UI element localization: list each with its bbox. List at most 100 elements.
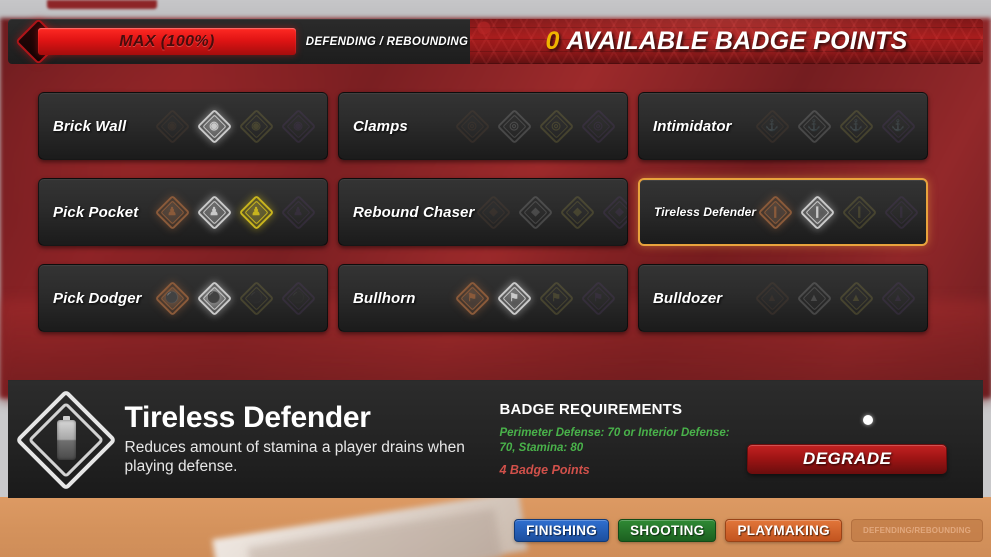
badge-card[interactable]: Brick Wall ◉ ◉ ◉ ◉ [38, 92, 328, 160]
tier-purple-icon: ♟ [279, 193, 317, 231]
badge-card-name: Brick Wall [53, 117, 127, 135]
tier-bronze-icon: ▲ [753, 279, 791, 317]
tier-silver-icon: ◉ [195, 107, 233, 145]
tier-silver-icon: ❙ [798, 193, 836, 231]
badge-card[interactable]: Bulldozer ▲ ▲ ▲ ▲ [638, 264, 928, 332]
tab-finishing[interactable]: FINISHING [514, 519, 610, 542]
tab-defending-rebounding[interactable]: DEFENDING/REBOUNDING [850, 519, 983, 542]
tier-glyph: ▲ [850, 291, 862, 304]
category-tabs: FINISHING SHOOTING PLAYMAKING DEFENDING/REB… [514, 519, 983, 542]
tier-glyph: ◉ [209, 119, 219, 132]
tier-glyph: ⚓ [807, 119, 821, 132]
tier-silver-icon: ▲ [795, 279, 833, 317]
tab-label: FINISHING [526, 523, 598, 538]
degrade-button[interactable]: DEGRADE [747, 443, 948, 474]
tier-gold-icon: ❙ [840, 193, 878, 231]
tier-glyph: ⚓ [891, 119, 905, 132]
tier-purple-icon: ▲ [879, 279, 917, 317]
badge-tier-row: ⚫ ⚫ ⚫ ⚫ [153, 279, 317, 317]
tier-glyph: ◉ [251, 119, 261, 132]
tier-gold-icon: ◎ [537, 107, 575, 145]
tier-bronze-icon: ⚫ [153, 279, 191, 317]
badge-card[interactable]: Pick Pocket ♟ ♟ ♟ ♟ [38, 178, 328, 246]
requirements-stats: Perimeter Defense: 70 or Interior Defens… [499, 427, 730, 455]
available-points-banner: 0 AVAILABLE BADGE POINTS [470, 19, 983, 64]
tier-glyph: ◎ [467, 119, 477, 132]
tier-glyph: ❙ [854, 205, 864, 218]
requirements-heading: BADGE REQUIREMENTS [499, 400, 683, 418]
badge-tier-row: ◆ ◆ ◆ ◆ [474, 193, 627, 231]
tier-silver-icon: ⚓ [795, 107, 833, 145]
tier-glyph: ♟ [251, 205, 261, 218]
tier-glyph: ⚑ [551, 291, 561, 304]
tier-bronze-icon: ◉ [153, 107, 191, 145]
badge-detail-description: Reduces amount of stamina a player drain… [124, 439, 465, 476]
tier-glyph: ⚫ [165, 291, 179, 304]
badge-card[interactable]: Rebound Chaser ◆ ◆ ◆ ◆ [338, 178, 628, 246]
tier-glyph: ⚫ [291, 291, 305, 304]
badge-card-name: Intimidator [653, 117, 732, 135]
badge-action-column: DEGRADE [742, 381, 983, 499]
tier-gold-icon: ⚫ [237, 279, 275, 317]
tab-label: PLAYMAKING [737, 523, 830, 538]
badge-card[interactable]: Clamps ◎ ◎ ◎ ◎ [338, 92, 628, 160]
tier-glyph: ❙ [812, 205, 822, 218]
tier-glyph: ◎ [509, 119, 519, 132]
tab-shooting[interactable]: SHOOTING [618, 519, 717, 542]
tier-glyph: ▲ [766, 291, 778, 304]
badge-detail-text: Tireless Defender Reduces amount of stam… [125, 402, 494, 477]
tier-gold-icon: ♟ [237, 193, 275, 231]
tier-glyph: ⚑ [509, 291, 519, 304]
tier-bronze-icon: ⚑ [453, 279, 491, 317]
tab-label: DEFENDING/REBOUNDING [862, 526, 971, 535]
badge-card-name: Rebound Chaser [353, 203, 475, 221]
requirements-cost: 4 Badge Points [499, 463, 590, 478]
badge-card-name: Bullhorn [353, 289, 416, 307]
tier-silver-icon: ⚫ [195, 279, 233, 317]
tier-bronze-icon: ⚓ [753, 107, 791, 145]
tier-gold-icon: ⚑ [537, 279, 575, 317]
tier-gold-icon: ◆ [558, 193, 596, 231]
current-category-label: DEFENDING / REBOUNDING [305, 35, 469, 48]
tier-silver-icon: ♟ [195, 193, 233, 231]
tier-glyph: ⚑ [593, 291, 603, 304]
tier-glyph: ♟ [209, 205, 219, 218]
tab-playmaking[interactable]: PLAYMAKING [725, 519, 842, 542]
tier-glyph: ❙ [770, 205, 780, 218]
tab-label: SHOOTING [630, 523, 705, 538]
degrade-button-label: DEGRADE [802, 448, 892, 468]
tier-glyph: ♟ [167, 205, 177, 218]
tier-purple-icon: ◎ [579, 107, 617, 145]
badge-detail-panel: Tireless Defender Reduces amount of stam… [8, 380, 983, 498]
tier-bronze-icon: ◆ [474, 193, 512, 231]
tier-purple-icon: ⚫ [279, 279, 317, 317]
badge-tier-row: ♟ ♟ ♟ ♟ [153, 193, 317, 231]
badge-card[interactable]: Pick Dodger ⚫ ⚫ ⚫ ⚫ [38, 264, 328, 332]
badge-tier-row: ◎ ◎ ◎ ◎ [453, 107, 617, 145]
tier-glyph: ◉ [293, 119, 303, 132]
badge-tier-row: ◉ ◉ ◉ ◉ [153, 107, 317, 145]
tier-glyph: ❙ [896, 205, 906, 218]
tier-glyph: ▲ [892, 291, 904, 304]
badge-card-name: Bulldozer [653, 289, 723, 307]
badge-tier-row: ❙ ❙ ❙ ❙ [756, 193, 920, 231]
tier-bronze-icon: ♟ [153, 193, 191, 231]
tier-purple-icon: ◆ [600, 193, 627, 231]
tier-glyph: ◉ [167, 119, 177, 132]
badge-tier-row: ▲ ▲ ▲ ▲ [753, 279, 917, 317]
tier-glyph: ⚓ [765, 119, 779, 132]
tier-glyph: ◆ [489, 205, 498, 218]
tier-silver-icon: ◆ [516, 193, 554, 231]
tier-silver-icon: ⚑ [495, 279, 533, 317]
tier-glyph: ♟ [293, 205, 303, 218]
available-points-count: 0 [545, 27, 560, 55]
tier-silver-icon: ◎ [495, 107, 533, 145]
badge-card-name: Clamps [353, 117, 408, 135]
badge-card[interactable]: Bullhorn ⚑ ⚑ ⚑ ⚑ [338, 264, 628, 332]
tier-purple-icon: ◉ [279, 107, 317, 145]
progress-bar-label: MAX (100%) [119, 32, 215, 50]
tier-glyph: ⚓ [849, 119, 863, 132]
badge-card[interactable]: Intimidator ⚓ ⚓ ⚓ ⚓ [638, 92, 928, 160]
badge-progress-container: MAX (100%) DEFENDING / REBOUNDING [8, 18, 470, 65]
badge-card[interactable]: Tireless Defender ❙ ❙ ❙ ❙ [638, 178, 928, 246]
